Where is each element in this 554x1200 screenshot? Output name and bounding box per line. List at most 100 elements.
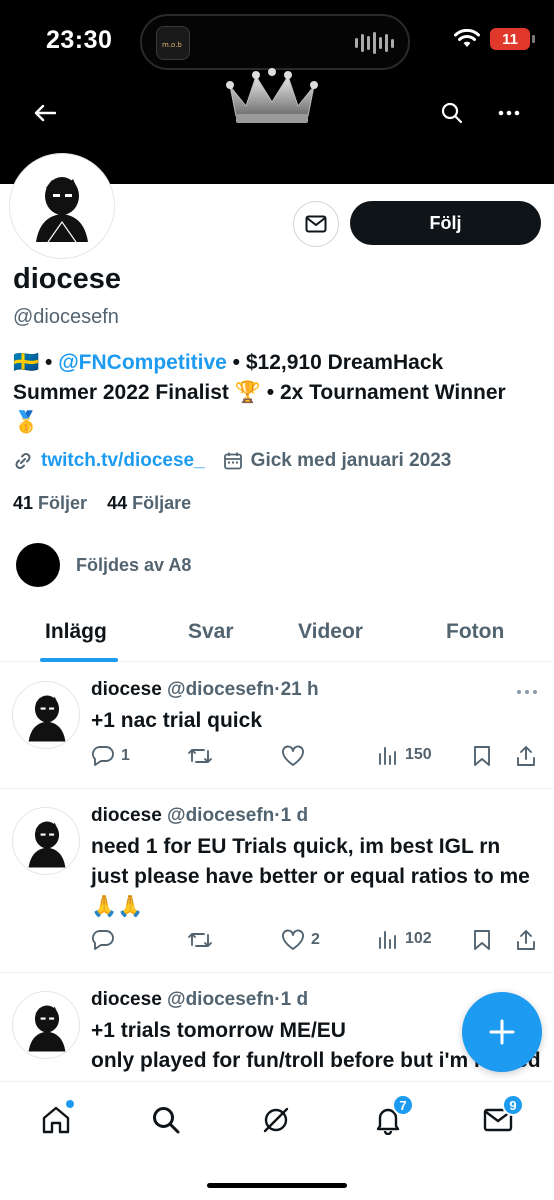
post-author-name: diocese xyxy=(91,805,162,826)
heart-icon xyxy=(282,929,304,950)
post-author-handle: @diocesefn xyxy=(167,679,275,700)
share-button[interactable] xyxy=(515,745,537,767)
nav-explore[interactable] xyxy=(146,1100,186,1140)
post-avatar[interactable] xyxy=(12,991,80,1059)
tab-posts[interactable]: Inlägg xyxy=(45,620,107,644)
like-button[interactable]: 2 xyxy=(281,929,320,951)
followed-by[interactable]: Följdes av A8 xyxy=(16,543,191,587)
repost-button[interactable] xyxy=(187,745,213,767)
profile-handle: @diocesefn xyxy=(13,306,119,328)
active-tab-indicator xyxy=(40,658,118,662)
profile-name: diocese xyxy=(13,263,121,295)
home-unread-dot xyxy=(66,1100,74,1108)
followers-link[interactable]: 44 Följare xyxy=(107,493,191,513)
search-button[interactable] xyxy=(433,94,471,132)
share-button[interactable] xyxy=(515,929,537,951)
flag-emoji: 🇸🇪 xyxy=(13,351,40,374)
following-link[interactable]: 41 Följer xyxy=(13,493,87,513)
calendar-icon xyxy=(223,452,242,470)
dynamic-island[interactable]: m.o.b xyxy=(140,14,410,70)
post-avatar[interactable] xyxy=(12,807,80,875)
more-dots-icon xyxy=(498,110,520,116)
repost-icon xyxy=(188,749,212,763)
post-header: diocese @diocesefn·1 d xyxy=(91,989,309,1010)
envelope-icon xyxy=(305,215,327,233)
post-header: diocese @diocesefn·21 h xyxy=(91,679,319,700)
joined-date: Gick med januari 2023 xyxy=(250,450,452,471)
post-author-handle: @diocesefn xyxy=(167,805,275,826)
wifi-icon xyxy=(454,29,480,47)
profile-banner: 23:30 m.o.b 11 xyxy=(0,0,554,184)
status-time: 23:30 xyxy=(46,26,113,54)
trophy-emoji: 🏆 xyxy=(234,381,261,404)
repost-button[interactable] xyxy=(187,929,213,951)
repost-icon xyxy=(188,933,212,947)
post-actions: 1 150 xyxy=(91,745,541,771)
post-text: +1 nac trial quick xyxy=(91,709,262,732)
mention-link[interactable]: @FNCompetitive xyxy=(58,351,227,374)
post-author-name: diocese xyxy=(91,989,162,1010)
follower-avatar xyxy=(16,543,60,587)
bookmark-button[interactable] xyxy=(473,745,491,767)
now-playing-app-icon: m.o.b xyxy=(156,26,190,60)
home-indicator[interactable] xyxy=(207,1183,347,1188)
hooded-figure-avatar-icon xyxy=(28,695,66,742)
home-icon xyxy=(42,1106,70,1134)
views-button[interactable]: 150 xyxy=(377,745,432,765)
audio-waveform-icon xyxy=(355,32,394,54)
profile-website-link[interactable]: twitch.tv/diocese_ xyxy=(41,450,205,472)
post-avatar[interactable] xyxy=(12,681,80,749)
profile-bio: 🇸🇪 • @FNCompetitive • $12,910 DreamHack … xyxy=(13,351,506,434)
post-header: diocese @diocesefn·1 d xyxy=(91,805,309,826)
nav-messages[interactable]: 9 xyxy=(478,1094,524,1140)
reply-icon xyxy=(91,746,114,766)
bookmark-icon xyxy=(474,930,490,950)
profile-avatar[interactable] xyxy=(10,154,114,258)
post-more-button[interactable] xyxy=(514,685,540,699)
back-button[interactable] xyxy=(26,94,64,132)
tab-photos[interactable]: Foton xyxy=(446,620,504,644)
follow-button[interactable]: Följ xyxy=(350,201,541,245)
medal-emoji: 🥇 xyxy=(13,411,40,434)
reply-button[interactable] xyxy=(91,929,121,951)
heart-icon xyxy=(282,745,304,766)
bookmark-button[interactable] xyxy=(473,929,491,951)
back-arrow-icon xyxy=(34,104,56,122)
reply-button[interactable]: 1 xyxy=(91,745,130,767)
post-item[interactable]: diocese @diocesefn·21 h +1 nac trial qui… xyxy=(0,663,554,789)
share-icon xyxy=(517,930,535,950)
post-actions: 2 102 xyxy=(91,929,541,955)
views-chart-icon xyxy=(379,747,396,765)
post-item[interactable]: diocese @diocesefn·1 d need 1 for EU Tri… xyxy=(0,789,554,973)
message-button[interactable] xyxy=(293,201,339,247)
battery-icon: 11 xyxy=(490,28,535,50)
hooded-figure-avatar-icon xyxy=(36,177,88,243)
crown-icon xyxy=(226,68,318,123)
nav-grok[interactable] xyxy=(256,1100,296,1140)
views-chart-icon xyxy=(379,931,396,949)
post-author-name: diocese xyxy=(91,679,162,700)
post-time: 21 h xyxy=(280,679,319,700)
profile-tabs: Inlägg Svar Videor Foton xyxy=(0,604,554,662)
post-time: 1 d xyxy=(280,989,309,1010)
reply-icon xyxy=(91,930,114,950)
more-options-button[interactable] xyxy=(490,94,528,132)
compose-post-button[interactable] xyxy=(462,992,542,1072)
link-icon xyxy=(15,452,31,470)
tab-replies[interactable]: Svar xyxy=(188,620,234,644)
share-icon xyxy=(517,746,535,766)
grok-icon xyxy=(263,1107,289,1133)
plus-icon xyxy=(489,1019,515,1045)
followed-by-text: Följdes av A8 xyxy=(76,554,192,575)
search-icon xyxy=(153,1107,180,1134)
hooded-figure-avatar-icon xyxy=(28,821,66,868)
tab-videos[interactable]: Videor xyxy=(298,620,363,644)
views-button[interactable]: 102 xyxy=(377,929,432,949)
nav-notifications[interactable]: 7 xyxy=(368,1094,414,1140)
like-button[interactable] xyxy=(281,745,311,767)
status-icons: 11 xyxy=(454,28,535,50)
post-text: need 1 for EU Trials quick, im best IGL … xyxy=(91,835,530,918)
follow-counts: 41 Följer 44 Följare xyxy=(13,493,191,514)
nav-home[interactable] xyxy=(36,1100,76,1140)
hooded-figure-avatar-icon xyxy=(28,1005,66,1052)
